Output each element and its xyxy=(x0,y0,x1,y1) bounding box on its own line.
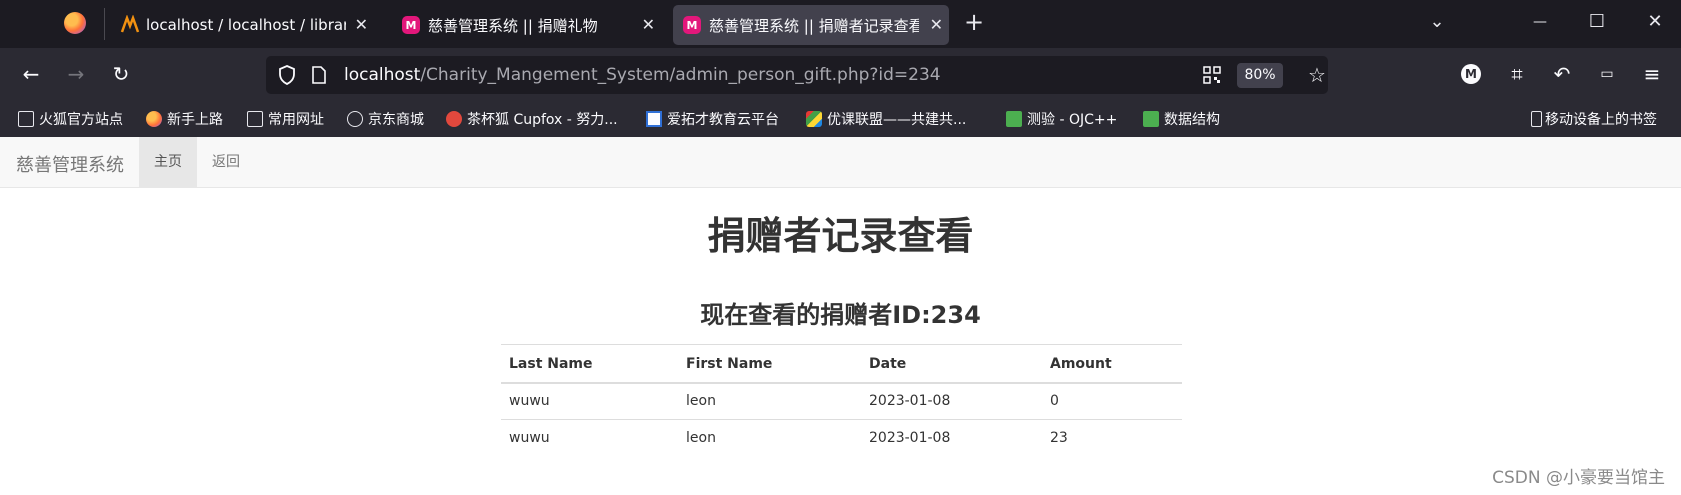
bookmark-label: 茶杯狐 Cupfox - 努力... xyxy=(467,112,618,128)
close-tab-icon[interactable]: ✕ xyxy=(355,15,368,34)
tab-donor-records[interactable]: M 慈善管理系统 || 捐赠者记录查看 ✕ xyxy=(673,5,949,45)
site-logo-icon: M xyxy=(683,16,701,34)
forward-arrow-icon[interactable]: → xyxy=(64,62,88,86)
page-title: 捐赠者记录查看 xyxy=(707,214,974,258)
site-brand[interactable]: 慈善管理系统 xyxy=(16,151,124,177)
cell-amount: 23 xyxy=(1042,419,1182,457)
cell-last-name: wuwu xyxy=(501,419,678,457)
firefox-view-icon[interactable] xyxy=(64,12,86,34)
cell-date: 2023-01-08 xyxy=(861,419,1042,457)
url-bar[interactable]: localhost/Charity_Mangement_System/admin… xyxy=(266,56,1328,94)
donor-records-table: Last Name First Name Date Amount wuwu le… xyxy=(501,344,1182,457)
nav-back[interactable]: 返回 xyxy=(197,137,255,187)
maximize-button[interactable]: ☐ xyxy=(1585,10,1609,34)
reload-icon[interactable]: ↻ xyxy=(109,62,133,86)
csdn-watermark: CSDN @小豪要当馆主 xyxy=(1492,468,1665,488)
column-header-last-name: Last Name xyxy=(501,344,678,384)
folder-icon xyxy=(18,111,34,127)
bookmark-item[interactable]: 京东商城 xyxy=(347,109,424,129)
qr-code-icon[interactable] xyxy=(1203,66,1221,84)
close-tab-icon[interactable]: ✕ xyxy=(642,15,655,34)
bookmark-item[interactable]: 茶杯狐 Cupfox - 努力... xyxy=(446,109,618,129)
back-arrow-icon[interactable]: ← xyxy=(19,62,43,86)
tab-phpmyadmin[interactable]: localhost / localhost / library ✕ xyxy=(110,5,380,45)
tab-title: 慈善管理系统 || 捐赠礼物 xyxy=(428,16,598,35)
bookmark-label: 新手上路 xyxy=(167,112,223,128)
tab-bar: localhost / localhost / library ✕ M 慈善管理… xyxy=(0,0,1681,48)
shield-icon[interactable] xyxy=(278,65,296,85)
tab-separator xyxy=(104,8,105,40)
bookmark-label: 数据结构 xyxy=(1164,112,1220,128)
page-info-icon[interactable] xyxy=(311,66,327,84)
tab-title: 慈善管理系统 || 捐赠者记录查看 xyxy=(709,16,919,35)
bookmark-item[interactable]: 优课联盟——共建共... xyxy=(806,109,966,129)
education-icon xyxy=(646,111,662,127)
cell-first-name: leon xyxy=(678,382,861,420)
tab-title: localhost / localhost / library xyxy=(146,16,346,34)
ulearning-icon xyxy=(806,111,822,127)
bookmark-star-icon[interactable]: ☆ xyxy=(1305,63,1329,87)
bookmark-item[interactable]: 爱拓才教育云平台 xyxy=(646,109,779,129)
bookmark-item[interactable]: 常用网址 xyxy=(247,109,324,129)
crop-screenshot-icon[interactable]: ⌗ xyxy=(1505,62,1529,86)
globe-icon xyxy=(347,111,363,127)
navigation-toolbar: ← → ↻ localhost/Charity_Mangement_System… xyxy=(0,48,1681,100)
close-window-button[interactable]: ✕ xyxy=(1643,10,1667,34)
table-row: wuwu leon 2023-01-08 23 xyxy=(501,419,1182,457)
cupfox-icon xyxy=(446,111,462,127)
undo-icon[interactable]: ↶ xyxy=(1550,62,1574,86)
column-header-amount: Amount xyxy=(1042,344,1182,384)
phpmyadmin-icon xyxy=(120,15,140,33)
list-all-tabs-button[interactable]: ⌄ xyxy=(1425,10,1449,34)
column-header-first-name: First Name xyxy=(678,344,861,384)
cell-last-name: wuwu xyxy=(501,382,678,420)
tab-donate-gift[interactable]: M 慈善管理系统 || 捐赠礼物 ✕ xyxy=(391,5,667,45)
bookmark-item[interactable]: 数据结构 xyxy=(1143,109,1220,129)
url-text[interactable]: localhost/Charity_Mangement_System/admin… xyxy=(344,65,941,85)
table-row: wuwu leon 2023-01-08 0 xyxy=(501,382,1182,420)
cell-amount: 0 xyxy=(1042,382,1182,420)
table-header-row: Last Name First Name Date Amount xyxy=(501,344,1182,384)
folder-icon xyxy=(247,111,263,127)
page-subtitle: 现在查看的捐赠者ID:234 xyxy=(700,301,981,329)
book-icon xyxy=(1006,111,1022,127)
mobile-device-icon xyxy=(1531,111,1542,127)
bookmark-label: 常用网址 xyxy=(268,112,324,128)
menu-hamburger-icon[interactable]: ≡ xyxy=(1640,62,1664,86)
nav-home[interactable]: 主页 xyxy=(139,137,197,187)
close-tab-icon[interactable]: ✕ xyxy=(930,15,943,34)
bookmarks-toolbar: 火狐官方站点 新手上路 常用网址 京东商城 茶杯狐 Cupfox - 努力...… xyxy=(0,100,1681,137)
bookmark-item[interactable]: 火狐官方站点 xyxy=(18,109,123,129)
extension-glasses-icon[interactable]: ▭ xyxy=(1595,62,1619,86)
firefox-icon xyxy=(146,111,162,127)
bookmark-label: 爱拓才教育云平台 xyxy=(667,112,779,128)
bookmark-item-mobile[interactable]: 移动设备上的书签 xyxy=(1531,109,1657,129)
cell-first-name: leon xyxy=(678,419,861,457)
bookmark-label: 京东商城 xyxy=(368,112,424,128)
book-icon xyxy=(1143,111,1159,127)
url-host: localhost xyxy=(344,65,421,85)
cell-date: 2023-01-08 xyxy=(861,382,1042,420)
site-navbar: 慈善管理系统 主页 返回 xyxy=(0,137,1681,188)
bookmark-item[interactable]: 测验 - OJC++ xyxy=(1006,109,1117,129)
column-header-date: Date xyxy=(861,344,1042,384)
extension-m-icon[interactable]: M xyxy=(1461,64,1481,84)
bookmark-item[interactable]: 新手上路 xyxy=(146,109,223,129)
bookmark-label: 移动设备上的书签 xyxy=(1545,112,1657,128)
bookmark-label: 优课联盟——共建共... xyxy=(827,112,967,128)
minimize-button[interactable]: — xyxy=(1528,10,1552,34)
zoom-level-button[interactable]: 80% xyxy=(1237,63,1283,88)
bookmark-label: 火狐官方站点 xyxy=(39,112,123,128)
new-tab-button[interactable]: + xyxy=(962,10,986,34)
bookmark-label: 测验 - OJC++ xyxy=(1027,112,1118,128)
site-logo-icon: M xyxy=(402,16,420,34)
url-path: /Charity_Mangement_System/admin_person_g… xyxy=(420,65,941,85)
